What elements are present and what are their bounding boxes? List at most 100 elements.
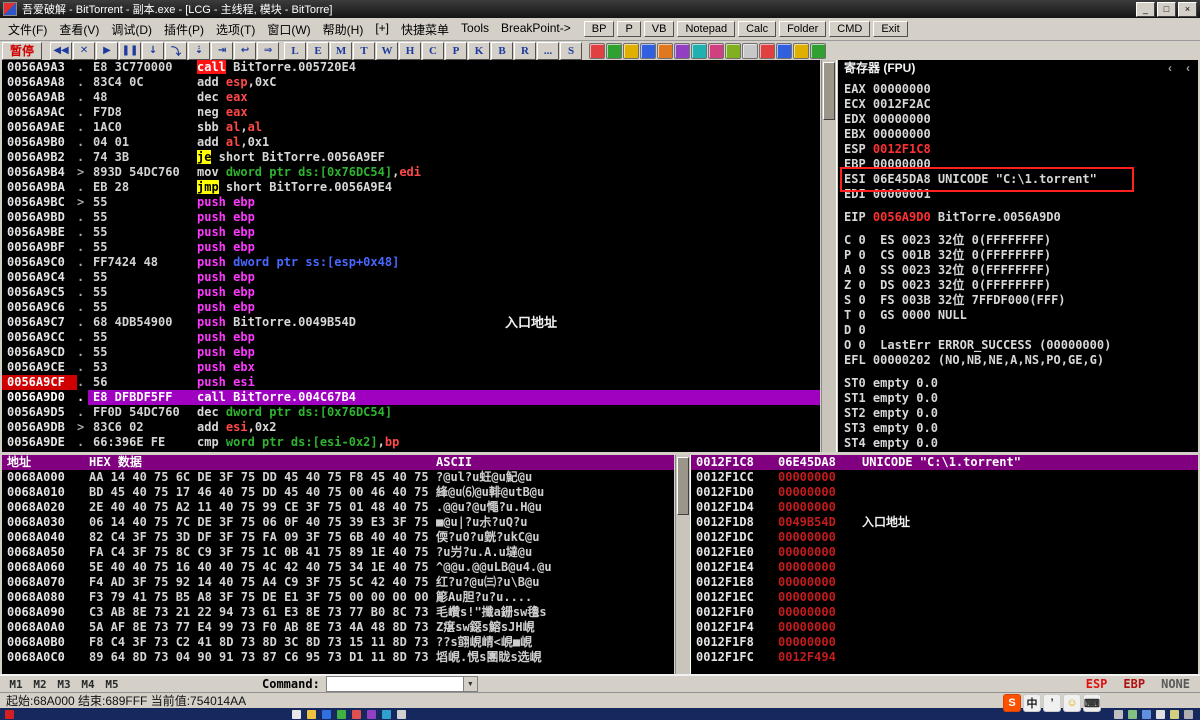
window-button-7[interactable]: P (445, 41, 468, 60)
disasm-row[interactable]: 0056A9A8. 83C4 0C add esp,0xC (2, 75, 820, 90)
stack-row[interactable]: 0012F1E8 00000000 (691, 575, 1198, 590)
register-line[interactable] (844, 368, 1198, 376)
ebp-indicator[interactable]: EBP (1123, 677, 1145, 691)
plugin-icon[interactable] (640, 42, 657, 59)
stack-row[interactable]: 0012F1C8 06E45DA8 UNICODE "C:\1.torrent" (691, 455, 1198, 470)
window-tab-m4[interactable]: M4 (76, 678, 100, 691)
minimize-button[interactable]: _ (1136, 1, 1155, 17)
disasm-row[interactable]: 0056A9AE. 1AC0 sbb al,al (2, 120, 820, 135)
ime-icon[interactable]: S (1003, 694, 1021, 712)
ime-icon[interactable]: ⌨ (1083, 694, 1101, 712)
plugin-icon[interactable] (606, 42, 623, 59)
register-line[interactable]: EBX 00000000 (844, 127, 1198, 142)
register-line[interactable] (844, 225, 1198, 233)
register-line[interactable]: O 0 LastErr ERROR_SUCCESS (00000000) (844, 338, 1198, 353)
tray-icon[interactable] (1184, 709, 1193, 719)
menu-item-3[interactable]: 插件(P) (158, 19, 210, 40)
stack-row[interactable]: 0012F1DC 00000000 (691, 530, 1198, 545)
plugin-icon[interactable] (674, 42, 691, 59)
restart-icon[interactable]: ◀◀ (50, 41, 73, 60)
menu-button-exit[interactable]: Exit (873, 21, 908, 37)
register-line[interactable]: ST3 empty 0.0 (844, 421, 1198, 436)
run-icon[interactable]: ▶ (96, 41, 119, 60)
register-line[interactable]: C 0 ES 0023 32位 0(FFFFFFFF) (844, 233, 1198, 248)
disasm-row[interactable]: 0056A9C4. 55 push ebp (2, 270, 820, 285)
disasm-row[interactable]: 0056A9C6. 55 push ebp (2, 300, 820, 315)
plugin-icon[interactable] (589, 42, 606, 59)
stack-row[interactable]: 0012F1D0 00000000 (691, 485, 1198, 500)
window-button-0[interactable]: L (284, 41, 307, 60)
window-tab-m1[interactable]: M1 (4, 678, 28, 691)
disasm-row[interactable]: 0056A9B2. 74 3B je short BitTorre.0056A9EF (2, 150, 820, 165)
menu-item-4[interactable]: 选项(T) (210, 19, 261, 40)
plugin-icon[interactable] (708, 42, 725, 59)
dump-row[interactable]: 0068A050 FA C4 3F 75 8C C9 3F 75 1C 0B 41… (2, 545, 674, 560)
dropdown-arrow-icon[interactable]: ▼ (462, 677, 477, 691)
menu-item-9[interactable]: Tools (455, 19, 495, 40)
menu-item-2[interactable]: 调试(D) (105, 19, 158, 40)
window-tab-m5[interactable]: M5 (100, 678, 124, 691)
stack-row[interactable]: 0012F1E0 00000000 (691, 545, 1198, 560)
disasm-row[interactable]: 0056A9BD. 55 push ebp (2, 210, 820, 225)
plugin-icon[interactable] (793, 42, 810, 59)
tray-icon[interactable] (1170, 709, 1179, 719)
close-program-icon[interactable]: ✕ (73, 41, 96, 60)
close-button[interactable]: × (1178, 1, 1197, 17)
scrollbar-thumb[interactable] (823, 62, 835, 120)
step-over-icon[interactable]: ⤵ (165, 41, 188, 60)
stack-row[interactable]: 0012F1E4 00000000 (691, 560, 1198, 575)
menu-button-p[interactable]: P (617, 21, 641, 37)
dump-scrollbar[interactable] (675, 455, 691, 674)
window-button-6[interactable]: C (422, 41, 445, 60)
disasm-row[interactable]: 0056A9BC >55 push ebp (2, 195, 820, 210)
window-tab-m3[interactable]: M3 (52, 678, 76, 691)
register-line[interactable]: EIP 0056A9D0 BitTorre.0056A9D0 (844, 210, 1198, 225)
taskbar-app-icon[interactable] (397, 709, 406, 719)
disasm-row[interactable]: 0056A9CD. 55 push ebp (2, 345, 820, 360)
ime-icon[interactable]: 中 (1023, 694, 1041, 712)
plugin-icon[interactable] (742, 42, 759, 59)
register-line[interactable]: ESP 0012F1C8 (844, 142, 1198, 157)
stack-row[interactable]: 0012F1F8 00000000 (691, 635, 1198, 650)
menu-item-6[interactable]: 帮助(H) (317, 19, 370, 40)
step-into-icon[interactable]: ↓ (142, 41, 165, 60)
register-line[interactable]: S 0 FS 003B 32位 7FFDF000(FFF) (844, 293, 1198, 308)
pause-icon[interactable]: ❚❚ (119, 41, 142, 60)
esp-indicator[interactable]: ESP (1086, 677, 1108, 691)
maximize-button[interactable]: □ (1157, 1, 1176, 17)
trace-into-icon[interactable]: ⇣ (188, 41, 211, 60)
plugin-icon[interactable] (657, 42, 674, 59)
register-line[interactable]: T 0 GS 0000 NULL (844, 308, 1198, 323)
disassembly-scrollbar[interactable] (821, 60, 837, 452)
menu-button-vb[interactable]: VB (643, 21, 675, 37)
disasm-row[interactable]: 0056A9DE. 66:396E FE cmp word ptr ds:[esi-… (2, 435, 820, 450)
disasm-row[interactable]: 0056A9BF. 55 push ebp (2, 240, 820, 255)
taskbar-app-icon[interactable] (352, 709, 361, 719)
menu-button-calc[interactable]: Calc (738, 21, 777, 37)
register-line[interactable]: ECX 0012F2AC (844, 97, 1198, 112)
registers-next-icon[interactable]: ‹ (1186, 60, 1190, 76)
taskbar-app-icon[interactable] (337, 709, 346, 719)
plugin-icon[interactable] (759, 42, 776, 59)
dump-row[interactable]: 0068A000 AA 14 40 75 6C DE 3F 75 DD 45 40… (2, 470, 674, 485)
stack-row[interactable]: 0012F1D8 0049B54D 入口地址 (691, 515, 1198, 530)
plugin-icon[interactable] (725, 42, 742, 59)
window-button-1[interactable]: E (307, 41, 330, 60)
disasm-row[interactable]: 0056A9BE. 55 push ebp (2, 225, 820, 240)
plugin-icon[interactable] (691, 42, 708, 59)
window-button-3[interactable]: T (353, 41, 376, 60)
menu-button-notepad[interactable]: Notepad (677, 21, 736, 37)
window-button-12[interactable]: S (560, 41, 583, 60)
ime-icon[interactable]: ☺ (1063, 694, 1081, 712)
stack-row[interactable]: 0012F1FC 0012F494 (691, 650, 1198, 665)
register-line[interactable]: ST2 empty 0.0 (844, 406, 1198, 421)
taskbar-app-icon[interactable] (367, 709, 376, 719)
pause-status-button[interactable]: 暂停 (2, 41, 43, 60)
dump-row[interactable]: 0068A080 F3 79 41 75 B5 A8 3F 75 DE E1 3F… (2, 590, 674, 605)
dump-row[interactable]: 0068A0C0 89 64 8D 73 04 90 91 73 87 C6 95… (2, 650, 674, 665)
register-line[interactable]: ST4 empty 0.0 (844, 436, 1198, 451)
tray-icon[interactable] (1128, 709, 1137, 719)
register-line[interactable]: D 0 (844, 323, 1198, 338)
disasm-row[interactable]: 0056A9C5. 55 push ebp (2, 285, 820, 300)
register-line[interactable]: EDX 00000000 (844, 112, 1198, 127)
